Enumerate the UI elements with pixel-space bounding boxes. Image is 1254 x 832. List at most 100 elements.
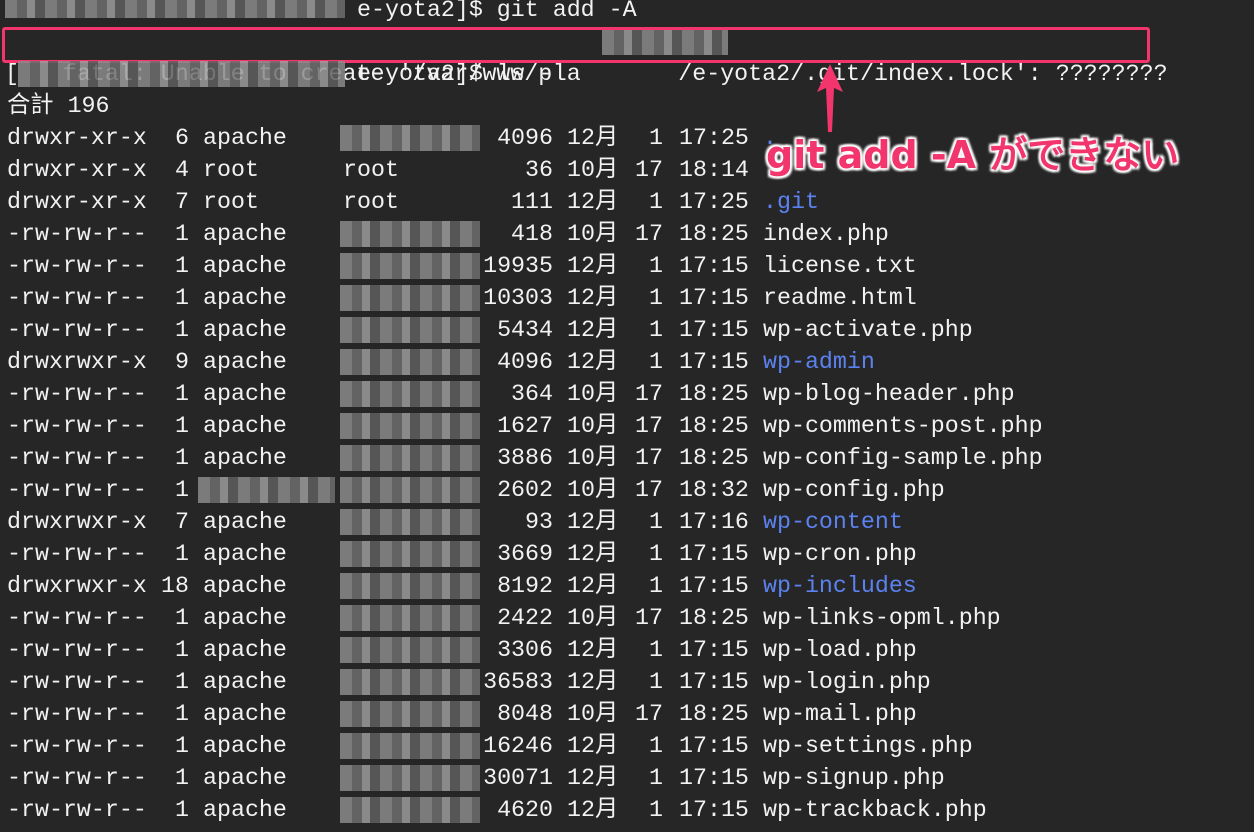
file-name[interactable]: wp-cron.php [763, 538, 917, 570]
file-day: 1 [649, 669, 663, 695]
file-name[interactable]: wp-content [763, 506, 903, 538]
file-permissions: -rw-rw-r-- [7, 733, 147, 759]
file-time: 18:25 [679, 701, 749, 727]
link-count: 1 [175, 765, 189, 791]
redacted-owner [198, 477, 335, 503]
file-size: 4096 [497, 125, 553, 151]
error-suffix: /e-yota2/.git/index.lock': ???????? [678, 61, 1168, 87]
file-name[interactable]: wp-trackback.php [763, 794, 987, 826]
file-name[interactable]: wp-settings.php [763, 730, 973, 762]
file-name[interactable]: index.php [763, 218, 889, 250]
file-name[interactable]: wp-links-opml.php [763, 602, 1001, 634]
file-month: 10月 [567, 381, 619, 407]
link-count: 7 [175, 189, 189, 215]
file-month: 10月 [567, 477, 619, 503]
file-month: 10月 [567, 221, 619, 247]
file-time: 18:25 [679, 605, 749, 631]
file-time: 18:25 [679, 221, 749, 247]
redacted-group [340, 317, 480, 343]
file-permissions: -rw-rw-r-- [7, 285, 147, 311]
redacted-group [340, 253, 480, 279]
file-size: 1627 [497, 413, 553, 439]
redacted-group [340, 637, 480, 663]
file-time: 17:15 [679, 797, 749, 823]
file-owner: apache [203, 541, 287, 567]
file-owner: apache [203, 381, 287, 407]
link-count: 18 [161, 573, 189, 599]
file-size: 5434 [497, 317, 553, 343]
file-name[interactable]: wp-includes [763, 570, 917, 602]
file-day: 17 [635, 221, 663, 247]
file-name[interactable]: wp-login.php [763, 666, 931, 698]
file-name[interactable]: wp-activate.php [763, 314, 973, 346]
file-name[interactable]: wp-admin [763, 346, 875, 378]
file-permissions: -rw-rw-r-- [7, 253, 147, 279]
file-size: 2422 [497, 605, 553, 631]
file-row: drwxrwxr-x 9 apache 4096 12月 1 17:15 wp-admin [0, 346, 1254, 378]
file-name[interactable]: readme.html [763, 282, 917, 314]
file-row: drwxrwxr-x 18 apache 8192 12月 1 17:15 wp-includ… [0, 570, 1254, 602]
file-day: 1 [649, 285, 663, 311]
file-owner: apache [203, 349, 287, 375]
file-size: 30071 [483, 765, 553, 791]
file-size: 10303 [483, 285, 553, 311]
redacted-group [340, 445, 480, 471]
file-month: 12月 [567, 573, 619, 599]
file-month: 10月 [567, 413, 619, 439]
link-count: 1 [175, 637, 189, 663]
file-row: -rw-rw-r-- 1 apache 8048 10月 17 18:25 wp-mail.p… [0, 698, 1254, 730]
file-time: 17:15 [679, 573, 749, 599]
file-group: root [343, 189, 399, 215]
file-permissions: drwxr-xr-x [7, 157, 147, 183]
file-month: 12月 [567, 253, 619, 279]
file-size: 3886 [497, 445, 553, 471]
file-size: 36583 [483, 669, 553, 695]
file-name[interactable]: wp-blog-header.php [763, 378, 1015, 410]
redacted-group [340, 797, 480, 823]
file-owner: apache [203, 445, 287, 471]
file-permissions: -rw-rw-r-- [7, 317, 147, 343]
file-month: 10月 [567, 445, 619, 471]
file-owner: apache [203, 765, 287, 791]
file-day: 1 [649, 189, 663, 215]
file-row: drwxrwxr-x 7 apache 93 12月 1 17:16 wp-content [0, 506, 1254, 538]
file-name[interactable]: .git [763, 186, 819, 218]
file-permissions: -rw-rw-r-- [7, 701, 147, 727]
file-day: 1 [649, 765, 663, 791]
file-name[interactable]: wp-mail.php [763, 698, 917, 730]
link-count: 1 [175, 733, 189, 759]
link-count: 1 [175, 381, 189, 407]
file-name[interactable]: wp-config-sample.php [763, 442, 1043, 474]
file-name[interactable]: wp-comments-post.php [763, 410, 1043, 442]
redacted-group [340, 573, 480, 599]
file-month: 10月 [567, 605, 619, 631]
file-size: 3306 [497, 637, 553, 663]
file-size: 364 [511, 381, 553, 407]
file-time: 18:25 [679, 381, 749, 407]
file-day: 17 [635, 605, 663, 631]
file-permissions: -rw-rw-r-- [7, 413, 147, 439]
file-day: 1 [649, 125, 663, 151]
file-day: 1 [649, 509, 663, 535]
file-owner: apache [203, 797, 287, 823]
file-size: 36 [525, 157, 553, 183]
file-owner: apache [203, 413, 287, 439]
file-owner: apache [203, 509, 287, 535]
file-day: 17 [635, 381, 663, 407]
file-group: root [343, 157, 399, 183]
file-permissions: -rw-rw-r-- [7, 221, 147, 247]
file-name[interactable]: wp-load.php [763, 634, 917, 666]
file-row: -rw-rw-r-- 1 apache 19935 12月 1 17:15 license.t… [0, 250, 1254, 282]
file-permissions: -rw-rw-r-- [7, 381, 147, 407]
file-name[interactable]: wp-config.php [763, 474, 945, 506]
link-count: 1 [175, 605, 189, 631]
file-permissions: drwxr-xr-x [7, 125, 147, 151]
file-month: 12月 [567, 733, 619, 759]
file-name[interactable]: wp-signup.php [763, 762, 945, 794]
file-day: 17 [635, 701, 663, 727]
file-owner: apache [203, 733, 287, 759]
redacted-hostname [18, 61, 345, 87]
file-name[interactable]: license.txt [763, 250, 917, 282]
file-day: 1 [649, 637, 663, 663]
file-owner: apache [203, 669, 287, 695]
